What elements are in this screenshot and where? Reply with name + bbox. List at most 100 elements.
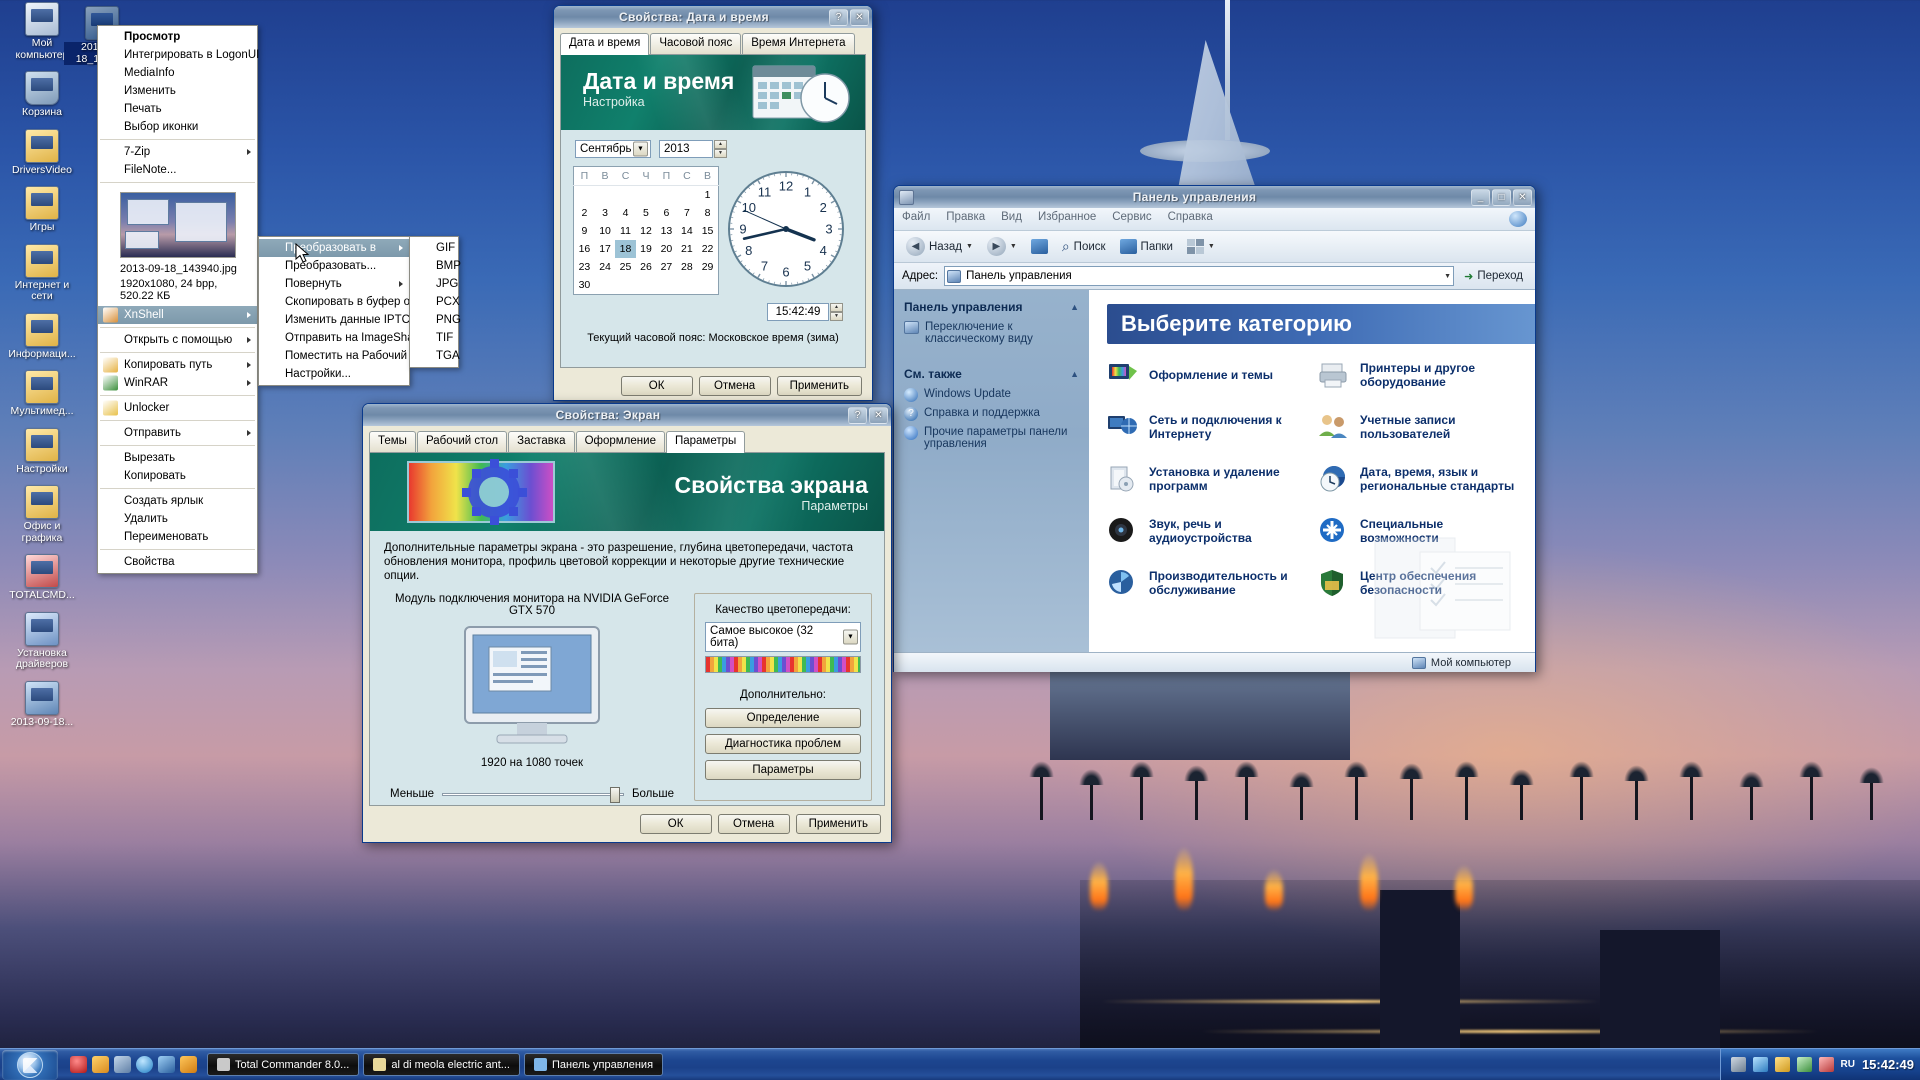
calendar-day[interactable]: 28 [677,258,697,276]
datetime-properties-window[interactable]: Свойства: Дата и время ? ✕ Дата и время … [553,5,873,401]
explorer-icon[interactable] [158,1056,175,1073]
spinner-down-icon[interactable]: ▼ [830,312,843,321]
calendar-day[interactable] [636,186,656,205]
calendar-day[interactable] [636,276,656,295]
close-button[interactable]: ✕ [1513,188,1532,206]
calendar-day[interactable] [697,276,718,295]
calendar-day[interactable] [595,186,615,205]
menu-item-интегрировать-в-logonui[interactable]: Интегрировать в LogonUI [98,46,259,64]
calendar-day[interactable]: 16 [574,240,595,258]
calendar-day[interactable] [677,276,697,295]
desktop-icon-screenshot-file[interactable]: 2013-09-18... [4,680,80,729]
time-spinner[interactable]: ▲ ▼ [830,303,843,321]
address-bar[interactable]: Адрес: Панель управления ▼ ➜ Переход [894,263,1535,290]
calendar-day[interactable]: 3 [595,204,615,222]
system-tray[interactable]: RU 15:42:49 [1719,1048,1920,1080]
media-player-icon[interactable] [180,1056,197,1073]
calendar-day[interactable]: 10 [595,222,615,240]
category-performance[interactable]: Производительность и обслуживание [1107,568,1306,598]
search-button[interactable]: ⌕ Поиск [1058,236,1110,257]
menu-favorites[interactable]: Избранное [1038,211,1096,227]
advanced-settings-button[interactable]: Параметры [705,760,861,780]
back-button[interactable]: ◀ Назад ▼ [902,235,977,258]
menu-item-копировать-путь[interactable]: Копировать путь [98,356,257,374]
menu-item-вырезать[interactable]: Вырезать [98,449,257,467]
menu-item-создать-ярлык[interactable]: Создать ярлык [98,492,257,510]
chevron-down-icon[interactable]: ▼ [1208,243,1215,250]
desktop-icon-internet-network[interactable]: Интернет и сети [4,243,80,303]
xnshell-submenu[interactable]: Преобразовать в Преобразовать... Повернуть… [258,236,443,386]
desktop-icon-drivers-video[interactable]: DriversVideo [4,128,80,177]
apply-button[interactable]: Применить [795,814,881,834]
help-button[interactable]: ? [829,8,848,26]
tab-screensaver[interactable]: Заставка [508,431,575,452]
resolution-slider[interactable] [442,787,624,803]
menu-item-повернуть[interactable]: Повернуть [259,275,409,293]
category-sound[interactable]: Звук, речь и аудиоустройства [1107,516,1306,546]
calendar-day[interactable] [656,186,676,205]
menu-help[interactable]: Справка [1168,211,1213,227]
internet-explorer-icon[interactable] [136,1056,153,1073]
menu-item-pcx[interactable]: PCX [410,293,460,311]
spinner-up-icon[interactable]: ▲ [830,303,843,312]
menu-item-изменить-данные-iptc[interactable]: Изменить данные IPTC... [259,311,420,329]
category-users[interactable]: Учетные записи пользователей [1318,412,1517,442]
chevron-down-icon[interactable]: ▼ [1010,243,1017,250]
control-panel-menubar[interactable]: Файл Правка Вид Избранное Сервис Справка [894,208,1535,231]
maximize-button[interactable]: □ [1492,188,1511,206]
slider-thumb[interactable] [609,787,620,803]
menu-item-просмотр[interactable]: Просмотр [98,28,257,46]
menu-item-выбор-иконки[interactable]: Выбор иконки [98,118,257,136]
collapse-icon[interactable]: ▲ [1070,369,1079,379]
menu-item-7-zip[interactable]: 7-Zip [98,143,257,161]
calendar-day[interactable]: 21 [677,240,697,258]
calendar-day[interactable]: 5 [636,204,656,222]
datetime-titlebar[interactable]: Свойства: Дата и время ? ✕ [554,6,872,28]
control-panel-window[interactable]: Панель управления _ □ ✕ Файл Правка Вид … [893,185,1536,672]
menu-view[interactable]: Вид [1001,211,1022,227]
month-select[interactable]: Сентябрь ▼ [575,140,651,158]
tray-icon[interactable] [1774,1057,1790,1072]
calendar-day[interactable]: 1 [697,186,718,205]
category-printer[interactable]: Принтеры и другое оборудование [1318,360,1517,390]
tab-settings[interactable]: Параметры [665,431,746,453]
show-desktop-icon[interactable] [114,1056,131,1073]
folders-button[interactable]: Папки [1116,237,1177,256]
close-button[interactable]: ✕ [869,406,888,424]
menu-item-gif[interactable]: GIF [410,239,458,257]
calendar-day[interactable] [615,276,635,295]
calendar-day[interactable]: 11 [615,222,635,240]
calendar-day[interactable]: 24 [595,258,615,276]
menu-item-переименовать[interactable]: Переименовать [98,528,257,546]
calendar-day[interactable]: 14 [677,222,697,240]
calendar-day[interactable]: 17 [595,240,615,258]
tray-icon[interactable] [1796,1057,1812,1072]
spinner-up-icon[interactable]: ▲ [714,140,727,149]
desktop-icon-totalcmd[interactable]: TOTALCMD... [4,554,80,602]
views-button[interactable]: ▼ [1183,237,1219,256]
datetime-tabstrip[interactable]: Дата и время Часовой пояс Время Интернет… [554,28,872,55]
calendar-day[interactable] [595,276,615,295]
calendar-grid[interactable]: П В С Ч П С В 1 2 3 4 5 6 7 8 9 10 11 12 13 14 15 16 17 18 19 20 21… [573,166,719,295]
tab-timezone[interactable]: Часовой пояс [650,33,742,54]
calendar-day[interactable]: 22 [697,240,718,258]
display-titlebar[interactable]: Свойства: Экран ? ✕ [363,404,891,426]
calendar-day[interactable]: 20 [656,240,676,258]
forward-button[interactable]: ▶ ▼ [983,235,1021,258]
desktop-icon-recycle-bin[interactable]: Корзина [4,71,80,119]
calendar-day[interactable] [615,186,635,205]
desktop-icon-multimedia[interactable]: Мультимед... [4,370,80,418]
menu-item-tga[interactable]: TGA [410,347,460,365]
control-panel-sidebar[interactable]: Панель управления ▲ Переключение к класс… [894,290,1089,652]
ok-button[interactable]: ОК [620,376,693,396]
tray-icon[interactable] [1730,1057,1746,1072]
menu-item-png[interactable]: PNG [410,311,461,329]
taskbar-task[interactable]: al di meola electric ant... [363,1053,520,1076]
taskbar-task[interactable]: Total Commander 8.0... [207,1053,360,1076]
calendar-day[interactable]: 19 [636,240,656,258]
time-input[interactable]: 15:42:49 [767,303,829,321]
quick-launch-bar[interactable] [70,1056,197,1073]
desktop-icon-office-graphics[interactable]: Офис и графика [4,485,80,544]
menu-item-отправить-на-imageshack[interactable]: Отправить на ImageShack [259,329,425,347]
menu-item-bmp[interactable]: BMP [410,257,461,275]
